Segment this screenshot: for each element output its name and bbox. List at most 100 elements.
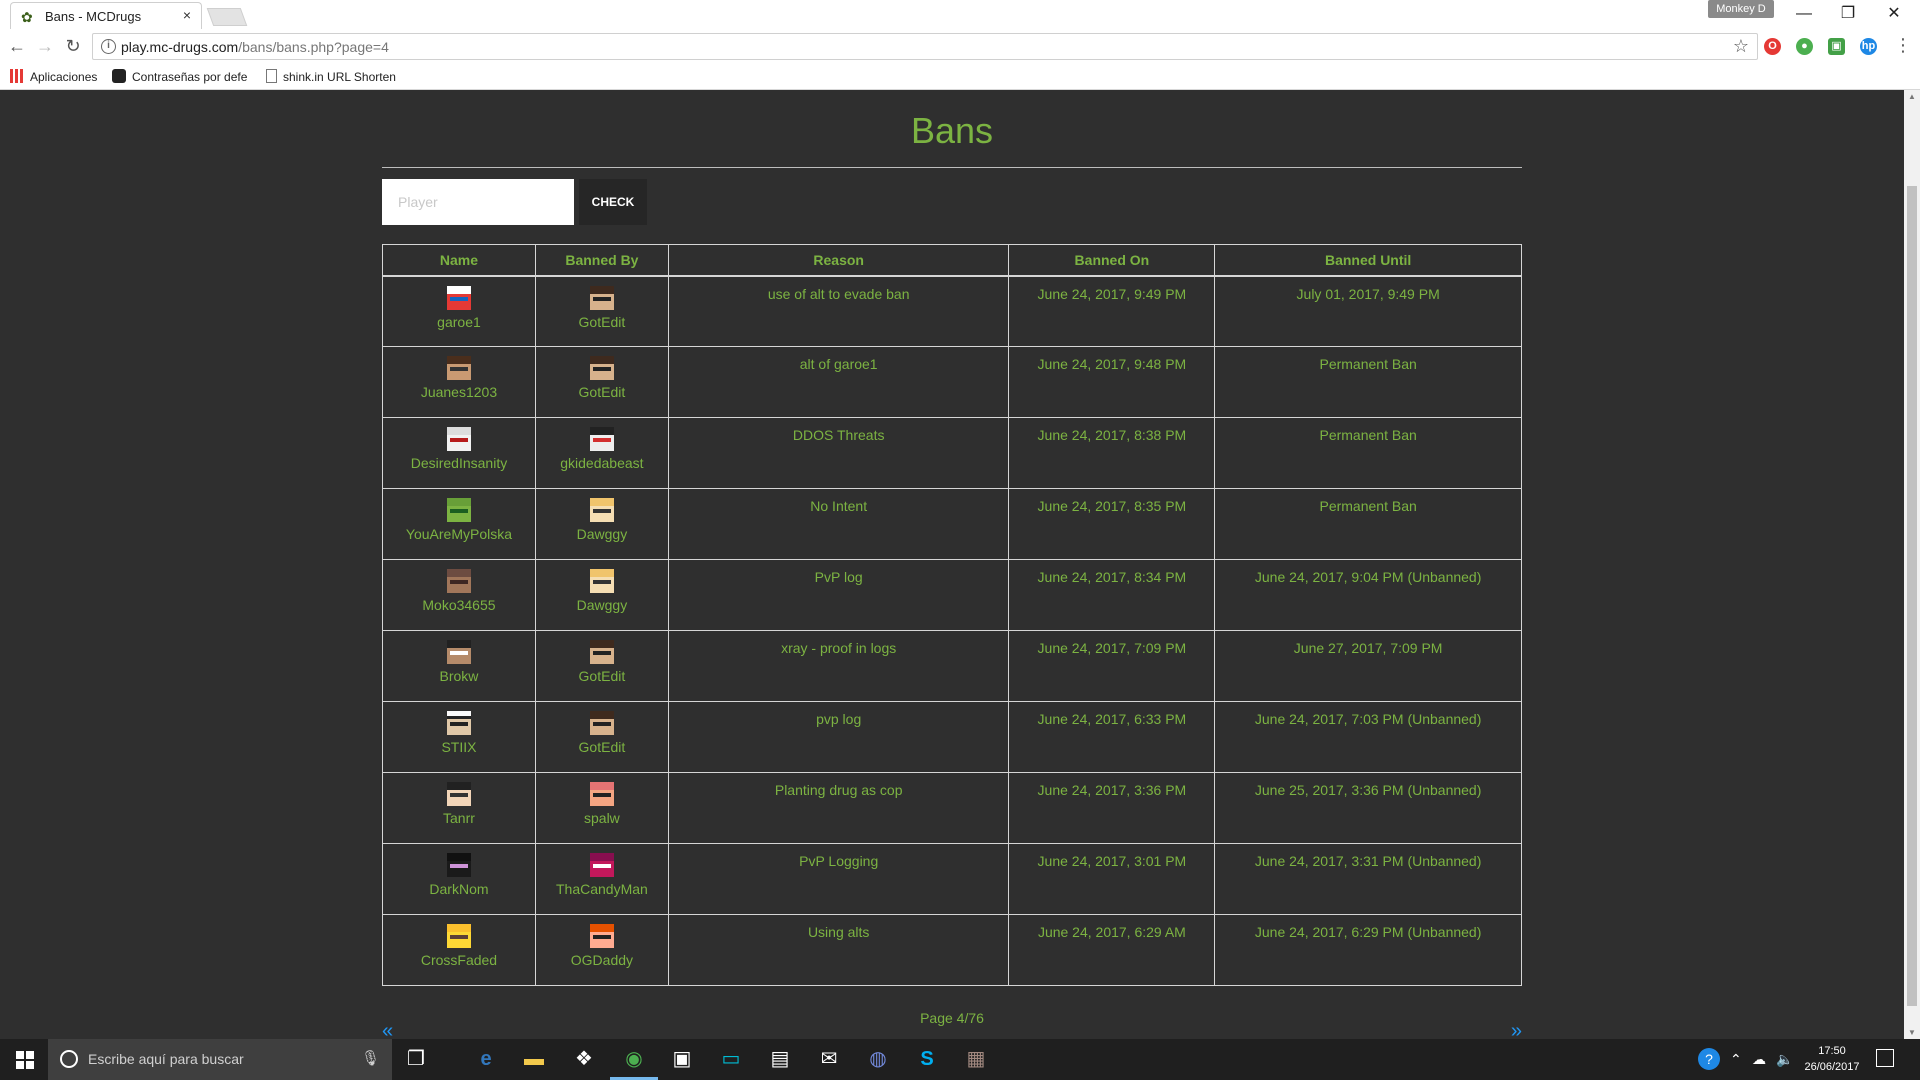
player-name-link[interactable]: Tanrr [443, 810, 475, 826]
cell-banned-on: June 24, 2017, 8:34 PM [1008, 559, 1216, 631]
opera-extension-icon[interactable]: O [1764, 38, 1781, 55]
reload-icon[interactable]: ↻ [62, 35, 84, 57]
staff-name-link[interactable]: ThaCandyMan [556, 881, 648, 897]
player-name-link[interactable]: CrossFaded [421, 952, 497, 968]
show-hidden-icons-icon[interactable]: ⌃ [1730, 1051, 1742, 1068]
player-head-icon [446, 356, 471, 380]
help-tray-icon[interactable]: ? [1698, 1048, 1720, 1070]
cell-name: Moko34655 [382, 559, 536, 631]
check-button[interactable]: CHECK [579, 179, 647, 225]
player-name-link[interactable]: DarkNom [429, 881, 488, 897]
browser-tab[interactable]: ✿ Bans - MCDrugs × [10, 2, 202, 29]
cell-banned-by: GotEdit [534, 346, 669, 418]
player-name-link[interactable]: Moko34655 [422, 597, 495, 613]
table-row: CrossFaded OGDaddy Using alts June 24, 2… [382, 914, 1522, 986]
taskbar-search-placeholder: Escribe aquí para buscar [88, 1051, 244, 1067]
action-center-icon[interactable] [1876, 1049, 1894, 1067]
edge-icon[interactable]: e [462, 1039, 510, 1080]
scroll-up-icon[interactable]: ▲ [1908, 92, 1916, 101]
bookmark-shink[interactable]: shink.in URL Shorten [266, 69, 400, 84]
store-icon[interactable]: ▣ [658, 1039, 706, 1080]
table-row: Brokw GotEdit xray - proof in logs June … [382, 630, 1522, 702]
address-bar[interactable]: i play.mc-drugs.com/bans/bans.php?page=4… [92, 33, 1758, 60]
page-scrollbar[interactable]: ▲ ▼ [1904, 90, 1920, 1039]
staff-name-link[interactable]: Dawggy [577, 526, 628, 542]
scrollbar-thumb[interactable] [1907, 186, 1917, 1006]
player-name-link[interactable]: STIIX [441, 739, 476, 755]
taskbar-clock[interactable]: 17:50 26/06/2017 [1802, 1043, 1862, 1075]
hp-extension-icon[interactable]: hp [1860, 38, 1877, 55]
taskbar-search-box[interactable]: Escribe aquí para buscar 🎙 [48, 1039, 392, 1080]
file-explorer-icon[interactable]: ▬ [510, 1039, 558, 1080]
forward-arrow-icon[interactable]: → [34, 35, 56, 57]
cell-banned-on: June 24, 2017, 7:09 PM [1008, 630, 1216, 702]
close-window-icon[interactable]: ✕ [1874, 2, 1914, 26]
staff-name-link[interactable]: GotEdit [579, 384, 626, 400]
skype-icon[interactable]: S [903, 1039, 951, 1080]
cell-banned-by: spalw [534, 772, 669, 844]
minimize-icon[interactable]: — [1784, 2, 1824, 26]
new-tab-button[interactable] [206, 8, 248, 26]
next-page-link[interactable]: » [1511, 1020, 1522, 1039]
profile-button[interactable]: Monkey D [1708, 0, 1774, 18]
browser-menu-icon[interactable]: ⋮ [1894, 35, 1912, 56]
staff-name-link[interactable]: spalw [584, 810, 620, 826]
restore-icon[interactable]: ❐ [1828, 2, 1868, 26]
staff-name-link[interactable]: gkidedabeast [560, 455, 643, 471]
cell-banned-until: June 24, 2017, 9:04 PM (Unbanned) [1214, 559, 1522, 631]
staff-name-link[interactable]: OGDaddy [571, 952, 633, 968]
document-app-icon[interactable]: ▤ [756, 1039, 804, 1080]
column-header-reason: Reason [667, 244, 1010, 277]
table-row: Moko34655 Dawggy PvP log June 24, 2017, … [382, 559, 1522, 631]
staff-name-link[interactable]: Dawggy [577, 597, 628, 613]
save-extension-icon[interactable]: ▣ [1828, 38, 1845, 55]
discord-icon[interactable]: ◍ [854, 1039, 902, 1080]
player-name-link[interactable]: YouAreMyPolska [406, 526, 512, 542]
cell-banned-until: July 01, 2017, 9:49 PM [1214, 275, 1522, 347]
player-head-icon [446, 782, 471, 806]
info-icon[interactable]: i [101, 39, 116, 54]
staff-head-icon [589, 853, 614, 877]
staff-name-link[interactable]: GotEdit [579, 314, 626, 330]
bans-table: Name Banned By Reason Banned On Banned U… [382, 244, 1522, 986]
cell-reason: pvp log [667, 701, 1010, 773]
dropbox-icon[interactable]: ❖ [560, 1039, 608, 1080]
green-extension-icon[interactable]: ● [1796, 38, 1813, 55]
back-arrow-icon[interactable]: ← [6, 35, 28, 57]
staff-head-icon [589, 356, 614, 380]
player-head-icon [446, 924, 471, 948]
microphone-icon[interactable]: 🎙 [361, 1049, 380, 1067]
onedrive-icon[interactable]: ☁ [1752, 1051, 1766, 1068]
cell-name: STIIX [382, 701, 536, 773]
volume-icon[interactable]: 🔈 [1776, 1051, 1793, 1068]
task-view-icon[interactable]: ❐ [392, 1039, 440, 1080]
bookmark-apps[interactable]: Aplicaciones [10, 69, 97, 84]
monitor-app-icon[interactable]: ▭ [707, 1039, 755, 1080]
windows-start-icon[interactable] [0, 1039, 48, 1080]
bookmark-passwords[interactable]: Contraseñas por defe [112, 69, 250, 84]
close-tab-icon[interactable]: × [183, 7, 191, 23]
mail-icon[interactable]: ✉ [805, 1039, 853, 1080]
cell-reason: PvP Logging [667, 843, 1010, 915]
cell-banned-on: June 24, 2017, 3:01 PM [1008, 843, 1216, 915]
bookmark-star-icon[interactable]: ☆ [1733, 36, 1749, 57]
staff-name-link[interactable]: GotEdit [579, 739, 626, 755]
chrome-icon[interactable]: ◉ [610, 1039, 658, 1080]
tab-title: Bans - MCDrugs [45, 9, 142, 24]
cell-banned-on: June 24, 2017, 9:49 PM [1008, 275, 1216, 347]
player-head-icon [446, 640, 471, 664]
minecraft-icon[interactable]: ▦ [952, 1039, 1000, 1080]
table-row: Juanes1203 GotEdit alt of garoe1 June 24… [382, 346, 1522, 418]
staff-name-link[interactable]: GotEdit [579, 668, 626, 684]
player-name-link[interactable]: garoe1 [437, 314, 481, 330]
player-search-input[interactable] [382, 179, 574, 225]
scroll-down-icon[interactable]: ▼ [1908, 1028, 1916, 1037]
staff-head-icon [589, 498, 614, 522]
url-text[interactable]: play.mc-drugs.com/bans/bans.php?page=4 [121, 39, 389, 55]
player-name-link[interactable]: Brokw [440, 668, 479, 684]
player-name-link[interactable]: DesiredInsanity [411, 455, 508, 471]
player-name-link[interactable]: Juanes1203 [421, 384, 497, 400]
player-head-icon [446, 569, 471, 593]
column-header-banned-by: Banned By [534, 244, 669, 277]
cell-banned-until: June 27, 2017, 7:09 PM [1214, 630, 1522, 702]
